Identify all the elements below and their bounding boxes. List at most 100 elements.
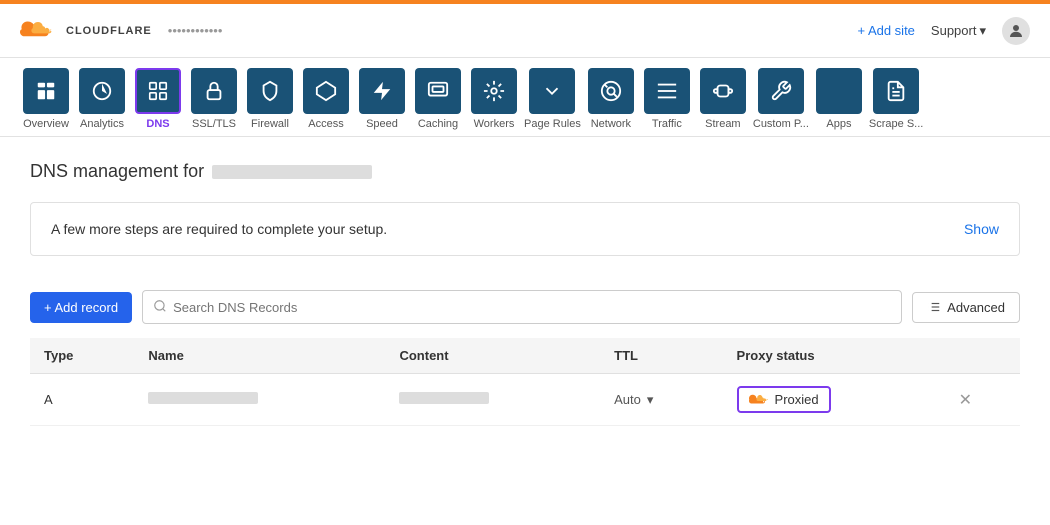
nav-label-access: Access [308, 118, 343, 136]
show-button[interactable]: Show [964, 221, 999, 237]
nav-label-workers: Workers [474, 118, 515, 136]
record-content-blur [399, 392, 489, 404]
record-ttl: Auto ▾ [600, 374, 722, 426]
page-title-text: DNS management for [30, 161, 204, 182]
empty-cell [945, 426, 1020, 466]
table-row-empty [30, 426, 1020, 466]
col-proxy-status: Proxy status [723, 338, 945, 374]
nav-item-overview[interactable]: Overview [20, 68, 72, 136]
nav-item-dns[interactable]: DNS [132, 68, 184, 136]
record-delete: ✕ [945, 374, 1020, 426]
nav-icon-workers [471, 68, 517, 114]
record-name [134, 374, 385, 426]
nav-label-traffic: Traffic [652, 118, 682, 136]
col-name: Name [134, 338, 385, 374]
empty-cell [134, 426, 385, 466]
header-right: + Add site Support ▾ [857, 17, 1030, 45]
record-content [385, 374, 600, 426]
record-proxy-status: Proxied [723, 374, 945, 426]
nav-item-custom-pages[interactable]: Custom P... [753, 68, 809, 136]
proxy-label: Proxied [775, 392, 819, 407]
advanced-button[interactable]: Advanced [912, 292, 1020, 323]
add-site-button[interactable]: + Add site [857, 23, 914, 38]
nav-icon-stream [700, 68, 746, 114]
support-label: Support [931, 23, 977, 38]
nav-item-ssl-tls[interactable]: SSL/TLS [188, 68, 240, 136]
brand-name: CLOUDFLARE [66, 25, 152, 37]
nav-icon-firewall [247, 68, 293, 114]
nav-label-caching: Caching [418, 118, 458, 136]
nav-item-caching[interactable]: Caching [412, 68, 464, 136]
add-record-button[interactable]: + Add record [30, 292, 132, 323]
nav-icon-custom-pages [758, 68, 804, 114]
nav-icon-traffic [644, 68, 690, 114]
advanced-label: Advanced [947, 300, 1005, 315]
nav-icon-access [303, 68, 349, 114]
nav-icon-apps [816, 68, 862, 114]
nav-icon-analytics [79, 68, 125, 114]
search-dns-input[interactable] [173, 300, 891, 315]
table-body: A Auto ▾ Proxied ✕ [30, 374, 1020, 466]
support-button[interactable]: Support ▾ [931, 23, 986, 39]
page-title: DNS management for [30, 161, 1020, 182]
search-icon [153, 299, 167, 316]
nav-item-firewall[interactable]: Firewall [244, 68, 296, 136]
ttl-value: Auto [614, 392, 641, 407]
nav-icon-ssl-tls [191, 68, 237, 114]
cloudflare-logo-icon [20, 17, 58, 45]
header-left: CLOUDFLARE •••••••••••• [20, 17, 222, 45]
empty-cell [600, 426, 722, 466]
empty-cell [723, 426, 945, 466]
logo[interactable]: CLOUDFLARE [20, 17, 152, 45]
nav-label-speed: Speed [366, 118, 398, 136]
delete-record-button[interactable]: ✕ [959, 392, 972, 409]
site-url: •••••••••••• [168, 23, 223, 38]
record-type: A [30, 374, 134, 426]
empty-cell [30, 426, 134, 466]
search-wrapper [142, 290, 902, 324]
nav-icon-dns [135, 68, 181, 114]
table-header: Type Name Content TTL Proxy status [30, 338, 1020, 374]
nav-label-stream: Stream [705, 118, 740, 136]
nav-item-stream[interactable]: Stream [697, 68, 749, 136]
nav-section: Overview Analytics DNS SSL/TLS Firewall Acces… [0, 58, 1050, 137]
nav-icons: Overview Analytics DNS SSL/TLS Firewall Acces… [20, 68, 1030, 136]
main-content: DNS management for A few more steps are … [0, 137, 1050, 490]
nav-item-speed[interactable]: Speed [356, 68, 408, 136]
nav-label-firewall: Firewall [251, 118, 289, 136]
list-icon [927, 300, 941, 314]
nav-label-overview: Overview [23, 118, 69, 136]
nav-item-network[interactable]: Network [585, 68, 637, 136]
nav-item-access[interactable]: Access [300, 68, 352, 136]
col-actions [945, 338, 1020, 374]
nav-item-analytics[interactable]: Analytics [76, 68, 128, 136]
nav-item-page-rules[interactable]: Page Rules [524, 68, 581, 136]
header: CLOUDFLARE •••••••••••• + Add site Suppo… [0, 4, 1050, 58]
nav-item-workers[interactable]: Workers [468, 68, 520, 136]
ttl-dropdown-icon[interactable]: ▾ [647, 392, 654, 408]
user-icon [1007, 22, 1025, 40]
nav-icon-page-rules [529, 68, 575, 114]
nav-label-scrape-shield: Scrape S... [869, 118, 923, 136]
setup-message: A few more steps are required to complet… [51, 221, 387, 237]
nav-icon-overview [23, 68, 69, 114]
nav-item-traffic[interactable]: Traffic [641, 68, 693, 136]
nav-label-ssl-tls: SSL/TLS [192, 118, 236, 136]
cloud-proxy-icon [749, 393, 769, 407]
nav-item-scrape-shield[interactable]: Scrape S... [869, 68, 923, 136]
col-type: Type [30, 338, 134, 374]
support-chevron-icon: ▾ [979, 23, 986, 39]
col-content: Content [385, 338, 600, 374]
proxy-badge[interactable]: Proxied [737, 386, 831, 413]
dns-table: Type Name Content TTL Proxy status A Auto… [30, 338, 1020, 466]
col-ttl: TTL [600, 338, 722, 374]
empty-cell [385, 426, 600, 466]
nav-label-analytics: Analytics [80, 118, 124, 136]
nav-item-apps[interactable]: Apps [813, 68, 865, 136]
user-account-button[interactable] [1002, 17, 1030, 45]
nav-label-custom-pages: Custom P... [753, 118, 809, 136]
nav-icon-scrape-shield [873, 68, 919, 114]
nav-label-apps: Apps [826, 118, 851, 136]
domain-blur [212, 165, 372, 179]
record-name-blur [148, 392, 258, 404]
